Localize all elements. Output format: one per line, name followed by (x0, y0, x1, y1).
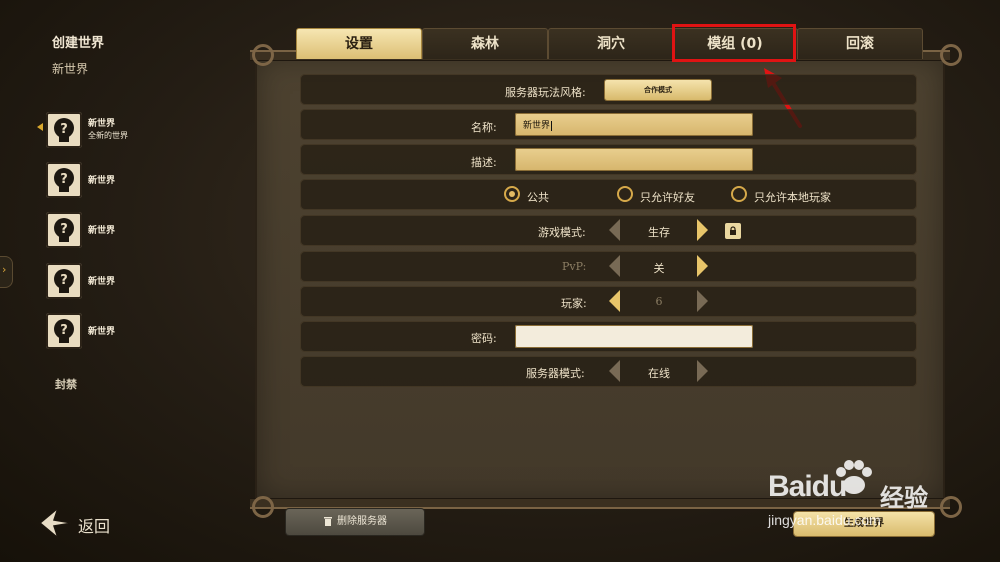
tab-rollback[interactable]: 回滚 (797, 28, 923, 59)
baidu-watermark: Baidu 经验 jingyan.baidu.com (768, 458, 958, 538)
description-field[interactable] (515, 148, 753, 171)
players-next-icon[interactable] (697, 290, 708, 312)
watermark-url: jingyan.baidu.com (768, 512, 881, 528)
players-prev-icon[interactable] (609, 290, 620, 312)
unknown-world-icon: ? (46, 263, 82, 299)
svg-text:?: ? (60, 172, 68, 187)
banned-list-link[interactable]: 封禁 (55, 376, 77, 392)
password-label: 密码: (471, 332, 497, 345)
trash-icon (324, 516, 332, 526)
back-label: 返回 (78, 517, 111, 536)
playstyle-button[interactable]: 合作模式 (605, 80, 711, 100)
svg-text:?: ? (60, 222, 68, 237)
password-field[interactable] (515, 325, 753, 348)
servermode-next-icon[interactable] (697, 360, 708, 382)
world-subtitle: 新世界 (52, 62, 89, 76)
gamemode-info-button[interactable] (725, 223, 741, 239)
privacy-friends-label: 只允许好友 (640, 191, 695, 204)
servermode-value: 在线 (648, 367, 670, 380)
ornament-icon (252, 44, 274, 66)
chevron-right-icon: › (2, 263, 7, 276)
selected-slot-marker (37, 123, 43, 131)
description-label: 描述: (471, 156, 497, 169)
world-slot-1[interactable]: ? 新世界 全新的世界 (46, 112, 196, 148)
world-slot-2[interactable]: ? 新世界 (46, 162, 196, 198)
world-slot-name: 新世界 (88, 119, 116, 129)
svg-text:?: ? (60, 122, 68, 137)
privacy-public-label: 公共 (527, 191, 549, 204)
players-value: 6 (655, 295, 663, 308)
name-value: 新世界 (523, 120, 553, 131)
privacy-local-radio[interactable] (731, 186, 747, 202)
world-slot-4[interactable]: ? 新世界 (46, 263, 196, 299)
delete-server-button[interactable]: 删除服务器 (286, 509, 424, 535)
gamemode-value: 生存 (648, 226, 670, 239)
pvp-label: PvP: (562, 260, 587, 273)
svg-text:?: ? (60, 273, 68, 288)
world-slot-name: 新世界 (88, 226, 116, 236)
pvp-prev-icon[interactable] (609, 255, 620, 277)
world-slot-name: 新世界 (88, 327, 116, 337)
gamemode-next-icon[interactable] (697, 219, 708, 241)
privacy-local-label: 只允许本地玩家 (754, 191, 831, 204)
tab-forest[interactable]: 森林 (422, 28, 548, 59)
ornament-icon (940, 44, 962, 66)
watermark-logo: Baidu (768, 470, 847, 503)
privacy-friends-radio[interactable] (617, 186, 633, 202)
ornament-icon (252, 496, 274, 518)
unknown-world-icon: ? (46, 162, 82, 198)
unknown-world-icon: ? (46, 212, 82, 248)
sidebar-expand-tab[interactable]: › (0, 256, 13, 288)
tab-settings[interactable]: 设置 (296, 28, 422, 59)
pvp-value: 关 (653, 262, 665, 275)
playstyle-label: 服务器玩法风格: (505, 86, 586, 99)
svg-text:?: ? (60, 323, 68, 338)
gamemode-prev-icon[interactable] (609, 219, 620, 241)
back-button[interactable]: 返回 (36, 502, 126, 544)
world-slot-3[interactable]: ? 新世界 (46, 212, 196, 248)
unknown-world-icon: ? (46, 112, 82, 148)
tab-caves[interactable]: 洞穴 (548, 28, 674, 59)
gamemode-label: 游戏模式: (538, 226, 586, 239)
players-label: 玩家: (561, 297, 587, 310)
unknown-world-icon: ? (46, 313, 82, 349)
world-slot-name: 新世界 (88, 277, 116, 287)
name-label: 名称: (471, 121, 497, 134)
pvp-next-icon[interactable] (697, 255, 708, 277)
create-world-title: 创建世界 (52, 36, 105, 51)
world-slot-desc: 全新的世界 (88, 131, 128, 140)
world-slot-5[interactable]: ? 新世界 (46, 313, 196, 349)
watermark-cn: 经验 (880, 484, 928, 512)
world-slot-name: 新世界 (88, 176, 116, 186)
name-field[interactable]: 新世界 (515, 113, 753, 136)
servermode-label: 服务器模式: (526, 367, 585, 380)
mods-tab-highlight (672, 24, 796, 62)
servermode-prev-icon[interactable] (609, 360, 620, 382)
lock-icon (730, 226, 736, 235)
delete-server-label: 删除服务器 (337, 516, 387, 527)
privacy-public-radio[interactable] (504, 186, 520, 202)
back-arrow-icon (38, 505, 73, 541)
